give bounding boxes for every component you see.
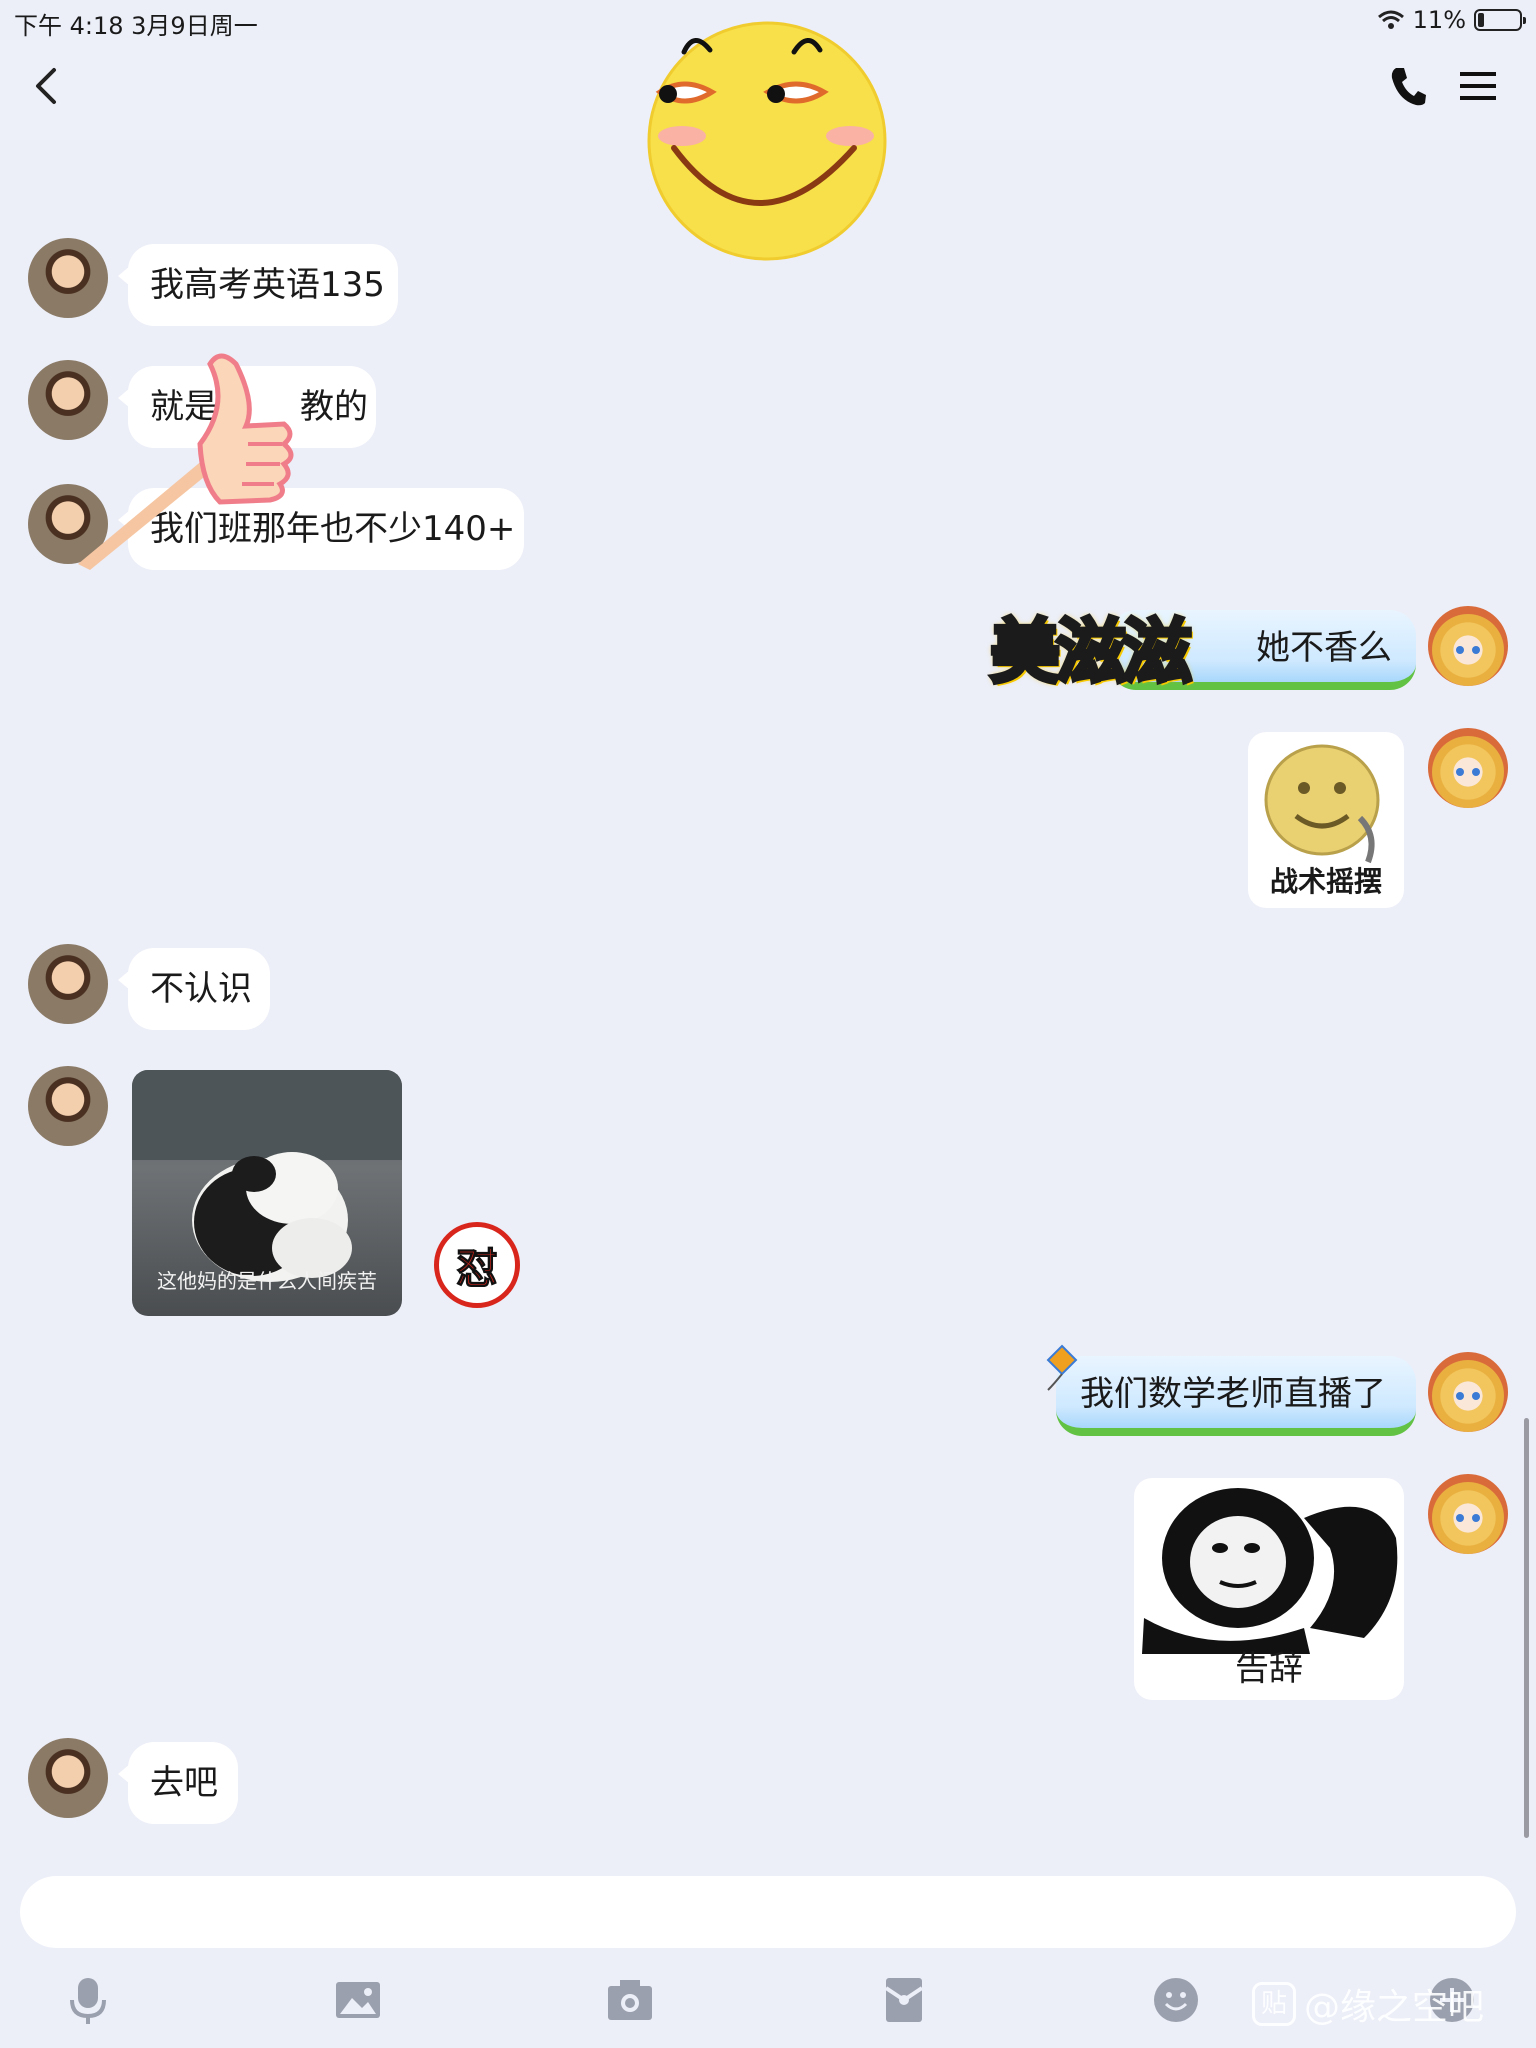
phone-icon[interactable] xyxy=(1388,64,1428,108)
dui-reaction-badge[interactable]: 怼 xyxy=(434,1222,520,1308)
watermark: 贴 @缘之空吧 xyxy=(1252,1978,1484,2030)
message-bubble-incoming[interactable]: 我高考英语135 xyxy=(118,244,398,326)
avatar-other[interactable] xyxy=(28,944,108,1024)
sticker-caption: 告辞 xyxy=(1235,1649,1303,1689)
avatar-self[interactable] xyxy=(1428,1352,1508,1432)
meizizi-sticker: 美滋滋 xyxy=(988,608,1194,695)
wifi-icon xyxy=(1377,10,1404,29)
message-bubble-incoming[interactable]: 去吧 xyxy=(118,1742,238,1824)
avatar-other[interactable] xyxy=(28,1066,108,1146)
tieba-logo: 贴 xyxy=(1252,1982,1296,2026)
red-packet-icon[interactable] xyxy=(878,1974,930,2026)
avatar-self[interactable] xyxy=(1428,606,1508,686)
kite-icon xyxy=(1046,1344,1078,1391)
dizzy-face-sticker xyxy=(1264,744,1380,864)
status-time-date: 下午 4:18 3月9日周一 xyxy=(14,12,258,40)
panda-man-sticker xyxy=(1142,1488,1398,1654)
avatar-self[interactable] xyxy=(1428,1474,1508,1554)
sticker-caption: 战术摇摆 xyxy=(1269,865,1382,898)
status-right: 11% xyxy=(1377,6,1526,34)
avatar-other[interactable] xyxy=(28,238,108,318)
message-bubble-incoming[interactable]: 不认识 xyxy=(118,948,270,1030)
back-icon[interactable] xyxy=(26,62,70,110)
emoji-icon[interactable] xyxy=(1150,1974,1202,2026)
message-text: 她不香么 xyxy=(1256,628,1392,668)
message-text-part: 教的 xyxy=(300,387,368,427)
smirk-face-sticker xyxy=(647,21,887,261)
message-bubble-outgoing[interactable]: 我们数学老师直播了 xyxy=(1056,1356,1416,1436)
mic-icon[interactable] xyxy=(62,1974,114,2026)
camera-icon[interactable] xyxy=(604,1974,656,2026)
battery-icon xyxy=(1474,9,1526,31)
battery-percent: 11% xyxy=(1412,6,1466,34)
image-caption: 这他妈的是什么人间疾苦 xyxy=(157,1269,377,1293)
input-area: 贴 @缘之空吧 xyxy=(0,1858,1536,2048)
sticker-message[interactable]: 战术摇摆 xyxy=(1248,732,1404,908)
avatar-other[interactable] xyxy=(28,1738,108,1818)
sticker-message[interactable]: 告辞 xyxy=(1134,1478,1404,1700)
image-icon[interactable] xyxy=(332,1974,384,2026)
thumbs-up-sticker xyxy=(78,353,294,570)
menu-icon[interactable] xyxy=(1458,66,1498,106)
watermark-text: @缘之空吧 xyxy=(1304,1987,1485,2028)
image-message[interactable]: 这他妈的是什么人间疾苦 xyxy=(132,1070,402,1316)
message-input[interactable] xyxy=(20,1876,1516,1948)
scrollbar[interactable] xyxy=(1524,1418,1529,1838)
avatar-self[interactable] xyxy=(1428,728,1508,808)
